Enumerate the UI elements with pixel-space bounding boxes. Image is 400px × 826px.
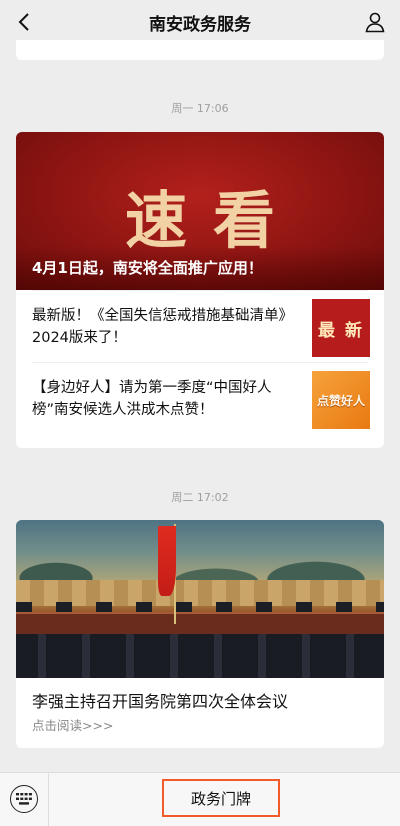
article-sub-item[interactable]: 最新版！《全国失信惩戒措施基础清单》2024版来了！ 最 新 bbox=[32, 290, 370, 362]
top-bar: 南安政务服务 bbox=[0, 0, 400, 44]
page-title: 南安政务服务 bbox=[149, 14, 251, 35]
keyboard-icon bbox=[16, 793, 32, 805]
article-sub-item[interactable]: 【身边好人】请为第一季度“中国好人榜”南安候选人洪成木点赞！ 点赞好人 bbox=[32, 362, 370, 434]
article-sub-title: 最新版！《全国失信惩戒措施基础清单》2024版来了！ bbox=[32, 308, 293, 346]
chevron-left-icon bbox=[18, 13, 29, 31]
article-thumbnail: 点赞好人 bbox=[312, 371, 370, 429]
article-card: 速看 4月1日起，南安将全面推广应用！ 最新版！《全国失信惩戒措施基础清单》20… bbox=[16, 132, 384, 448]
previous-article-card[interactable] bbox=[16, 40, 384, 60]
timestamp: 周二 17:02 bbox=[171, 491, 229, 504]
keyboard-toggle-button[interactable] bbox=[10, 785, 38, 813]
read-more-link[interactable]: 点击阅读>>> bbox=[32, 715, 113, 734]
article-cover-photo bbox=[16, 520, 384, 678]
article-main-cover[interactable]: 速看 4月1日起，南安将全面推广应用！ bbox=[16, 132, 384, 290]
back-button[interactable] bbox=[10, 8, 38, 36]
article-thumbnail: 最 新 bbox=[312, 299, 370, 357]
article-main-title: 4月1日起，南安将全面推广应用！ bbox=[32, 259, 263, 277]
bottom-menu-bar: 政务门牌 bbox=[0, 772, 400, 826]
article-card[interactable]: 李强主持召开国务院第四次全体会议 点击阅读>>> bbox=[16, 520, 384, 748]
timestamp: 周一 17:06 bbox=[171, 102, 229, 115]
menu-button-zhengwu-menpai[interactable]: 政务门牌 bbox=[162, 779, 280, 817]
article-main-title: 李强主持召开国务院第四次全体会议 bbox=[32, 692, 289, 711]
flag-icon bbox=[158, 526, 176, 596]
profile-button[interactable] bbox=[362, 9, 388, 35]
person-icon bbox=[365, 12, 385, 33]
article-sub-title: 【身边好人】请为第一季度“中国好人榜”南安候选人洪成木点赞！ bbox=[32, 380, 272, 418]
